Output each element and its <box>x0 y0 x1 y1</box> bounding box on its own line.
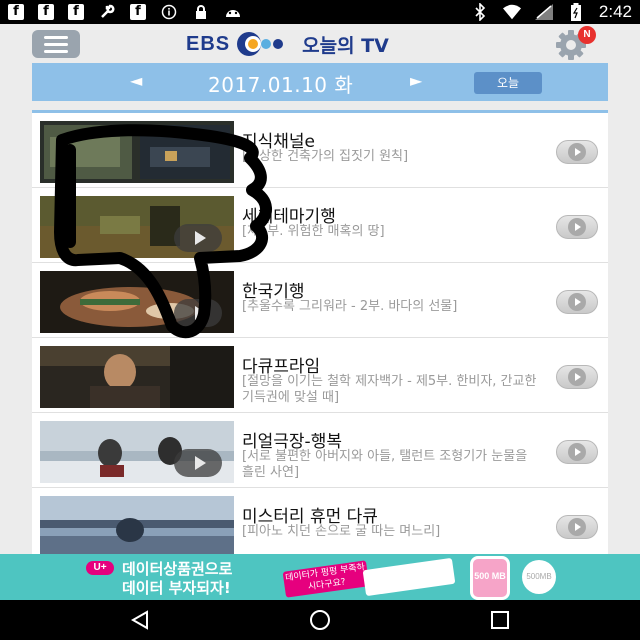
list-item[interactable]: 리얼극장-행복 [서로 불편한 아버지와 아들, 탤런트 조형기가 눈물을 흘린… <box>32 413 608 488</box>
ad-banner[interactable]: U+ 데이터상품권으로 데이터 부자되자! 데이터가 펑펑 부족하시다구요? 5… <box>0 554 640 600</box>
ad-ticket-image <box>362 557 456 597</box>
play-icon[interactable] <box>174 299 222 327</box>
program-thumbnail[interactable] <box>40 421 234 483</box>
lock-icon <box>192 4 210 20</box>
recents-button[interactable] <box>480 606 520 634</box>
home-icon <box>310 610 330 630</box>
arrow-right-icon <box>568 218 586 236</box>
ad-phone-label: 500 MB <box>474 571 506 581</box>
program-thumbnail[interactable] <box>40 196 234 258</box>
clock: 2:42 <box>598 2 632 21</box>
arrow-right-icon <box>568 368 586 386</box>
ad-headline: 데이터상품권으로 <box>122 560 233 578</box>
program-thumbnail[interactable] <box>40 271 234 333</box>
back-button[interactable] <box>120 606 160 634</box>
brand-ebs: EBS <box>186 32 231 55</box>
program-detail-button[interactable] <box>556 515 598 539</box>
program-description: [피아노 치던 손으로 굴 따는 며느리] <box>242 524 441 539</box>
hamburger-icon <box>44 35 68 39</box>
list-item[interactable]: 미스터리 휴먼 다큐 [피아노 치던 손으로 굴 따는 며느리] <box>32 488 608 554</box>
ad-sticker: 데이터가 펑펑 부족하시다구요? <box>282 560 370 598</box>
current-date: 2017.01.10 화 <box>208 73 354 97</box>
recents-icon <box>491 611 509 629</box>
ebs-logo-icon <box>237 32 284 56</box>
program-list: 지식채널e [이상한 건축가의 집짓기 원칙] 세계테마기행 [제1부. 위험한… <box>32 110 608 554</box>
facebook-icon: f <box>68 4 84 20</box>
ad-subheadline: 데이터 부자되자! <box>122 579 231 597</box>
list-item[interactable]: 세계테마기행 [제1부. 위험한 매혹의 땅] <box>32 188 608 263</box>
menu-button[interactable] <box>32 30 80 58</box>
list-item[interactable]: 지식채널e [이상한 건축가의 집짓기 원칙] <box>32 113 608 188</box>
program-thumbnail[interactable] <box>40 121 234 183</box>
program-description: [제1부. 위험한 매혹의 땅] <box>242 224 385 239</box>
facebook-icon: f <box>130 4 146 20</box>
hamburger-icon <box>44 49 68 53</box>
uplus-logo: U+ <box>86 561 114 575</box>
page-title: 오늘의 TV <box>302 34 389 57</box>
arrow-right-icon <box>568 143 586 161</box>
program-description: [이상한 건축가의 집짓기 원칙] <box>242 149 409 164</box>
program-description: [서로 불편한 아버지와 아들, 탤런트 조형기가 눈물을 흘린 사연] <box>242 449 528 480</box>
program-detail-button[interactable] <box>556 140 598 164</box>
notification-badge: N <box>578 26 596 44</box>
ad-coin-image: 500MB <box>522 560 556 594</box>
hamburger-icon <box>44 42 68 46</box>
wrench-icon <box>98 4 116 20</box>
today-button[interactable]: 오늘 <box>474 72 542 94</box>
bluetooth-icon <box>471 3 489 21</box>
program-description: [절망을 이기는 철학 제자백가 - 제5부. 한비자, 간교한 기득권에 맞설… <box>242 374 537 405</box>
back-icon <box>130 610 148 630</box>
system-nav-bar <box>0 600 640 640</box>
battery-icon <box>567 3 585 21</box>
play-icon[interactable] <box>174 449 222 477</box>
program-detail-button[interactable] <box>556 440 598 464</box>
app-header: EBS 오늘의 TV N <box>0 24 640 64</box>
notification-icons: f f f f <box>8 4 242 20</box>
play-icon[interactable] <box>174 224 222 252</box>
android-icon <box>224 4 242 20</box>
settings-button[interactable]: N <box>556 26 596 60</box>
facebook-icon: f <box>8 4 24 20</box>
program-thumbnail[interactable] <box>40 346 234 408</box>
program-detail-button[interactable] <box>556 365 598 389</box>
program-detail-button[interactable] <box>556 215 598 239</box>
list-item[interactable]: 한국기행 [추울수록 그리워라 - 2부. 바다의 선물] <box>32 263 608 338</box>
arrow-right-icon <box>568 443 586 461</box>
prev-date-button[interactable]: ◄ <box>130 71 142 90</box>
program-detail-button[interactable] <box>556 290 598 314</box>
home-button[interactable] <box>300 606 340 634</box>
program-description: [추울수록 그리워라 - 2부. 바다의 선물] <box>242 299 458 314</box>
next-date-button[interactable]: ► <box>410 71 422 90</box>
system-status: 2:42 <box>471 2 632 22</box>
wifi-icon <box>502 4 521 20</box>
info-icon <box>160 4 178 20</box>
date-selector: ◄ 2017.01.10 화 ► 오늘 <box>32 63 608 101</box>
arrow-right-icon <box>568 518 586 536</box>
list-item[interactable]: 다큐프라임 [절망을 이기는 철학 제자백가 - 제5부. 한비자, 간교한 기… <box>32 338 608 413</box>
status-bar: f f f f 2:42 <box>0 0 640 24</box>
signal-icon <box>534 4 553 20</box>
app-logo: EBS 오늘의 TV <box>186 28 389 60</box>
facebook-icon: f <box>38 4 54 20</box>
ad-phone-image: 500 MB <box>470 556 510 600</box>
program-thumbnail[interactable] <box>40 496 234 554</box>
arrow-right-icon <box>568 293 586 311</box>
